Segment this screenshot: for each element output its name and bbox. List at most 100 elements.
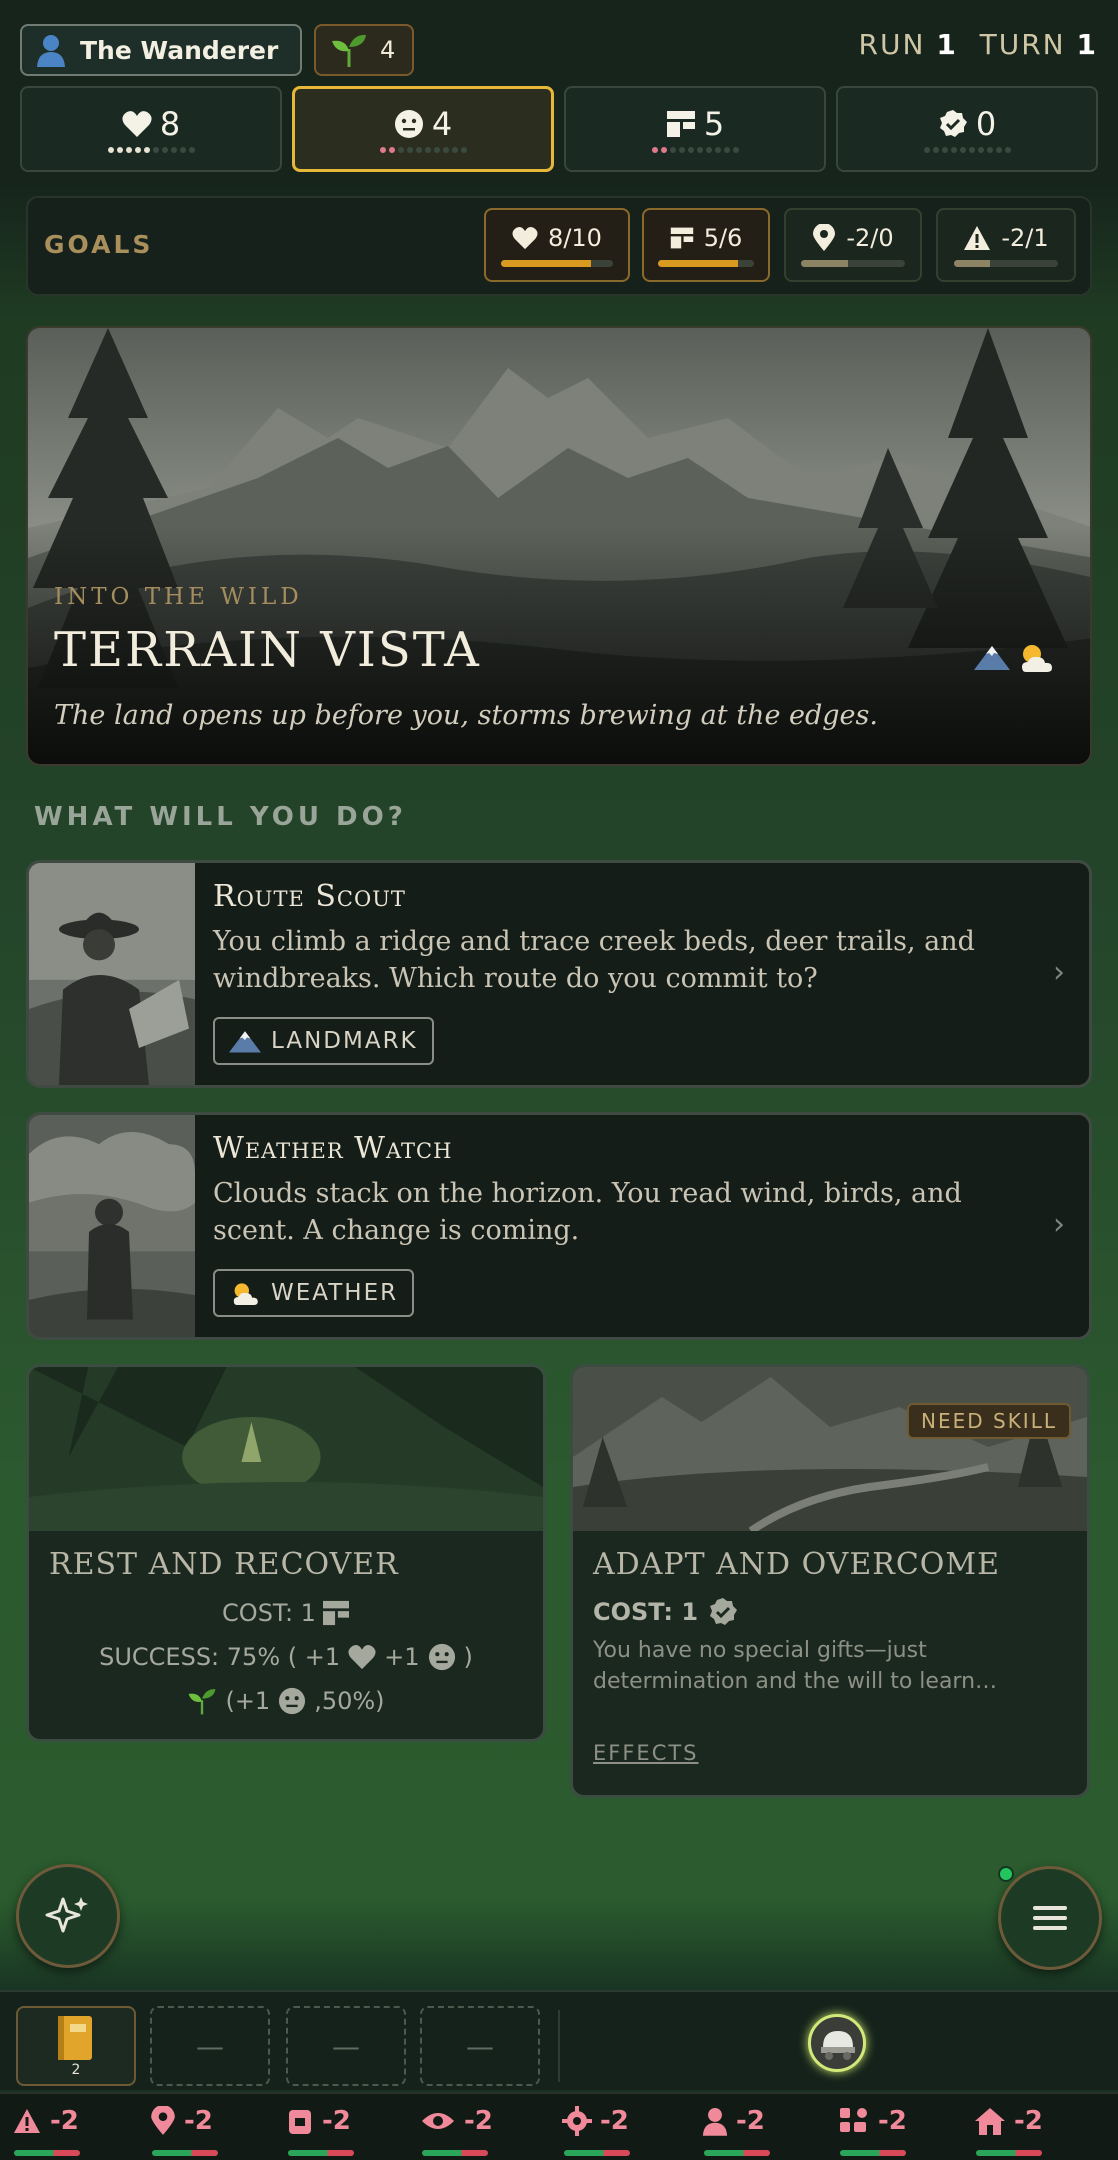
supplies-icon [670, 227, 693, 248]
journal-count: 2 [71, 2062, 81, 2078]
inventory-slot-empty[interactable]: — [286, 2006, 406, 2086]
supplies-icon [666, 111, 695, 137]
ability-fab[interactable] [16, 1864, 120, 1968]
goals-label: GOALS [44, 230, 154, 259]
scene-kicker: INTO THE WILD [54, 584, 303, 610]
adapt-cost: COST: 1 [593, 1597, 738, 1627]
stat-supplies-pips [651, 147, 739, 153]
bottom-stat-craft[interactable]: -2 [562, 2106, 629, 2136]
need-skill-badge: NEED SKILL [907, 1403, 1071, 1439]
adapt-title: ADAPT AND OVERCOME [593, 1547, 1001, 1582]
goal-supplies-progress [658, 259, 754, 267]
bottom-stat-meter [14, 2150, 80, 2156]
sprout-counter[interactable]: 4 [314, 24, 414, 76]
bottom-stat-pack[interactable]: -2 [286, 2106, 351, 2136]
bottom-stat-danger[interactable]: -2 [12, 2106, 79, 2136]
gear-icon [562, 2106, 592, 2136]
chevron-right-icon: › [1053, 955, 1065, 990]
stat-skill-value: 0 [975, 105, 997, 143]
eye-icon [422, 2113, 454, 2129]
goal-danger[interactable]: -2/1 [936, 208, 1076, 282]
bottom-stat-meter [840, 2150, 906, 2156]
heart-icon [512, 226, 538, 249]
sprout-icon [189, 1689, 216, 1715]
sun-cloud-icon [1022, 645, 1052, 672]
skill-check-icon [939, 110, 967, 137]
valley-path-image [573, 1367, 1087, 1531]
menu-fab[interactable] [998, 1866, 1102, 1970]
notification-dot [998, 1866, 1014, 1882]
action-description: Clouds stack on the horizon. You read wi… [213, 1178, 962, 1246]
run-turn-indicator: RUN 1 TURN 1 [858, 28, 1098, 61]
stat-health[interactable]: 8 [20, 86, 282, 172]
rest-bonus: (+1 ,50%) [29, 1687, 543, 1715]
wagon-icon [821, 2031, 855, 2060]
stat-supplies[interactable]: 5 [564, 86, 826, 172]
goal-location-progress [801, 259, 905, 267]
person-icon [702, 2108, 728, 2136]
sprout-icon [332, 34, 366, 67]
face-icon [394, 110, 423, 138]
warning-icon [14, 2109, 40, 2133]
choices-heading: WHAT WILL YOU DO? [34, 802, 407, 832]
bottom-stat-meter [422, 2150, 488, 2156]
bottom-stat-meter [976, 2150, 1042, 2156]
pack-icon [289, 2110, 311, 2134]
effects-link[interactable]: EFFECTS [593, 1741, 699, 1765]
action-card-weather-watch[interactable]: Weather Watch Clouds stack on the horizo… [26, 1112, 1092, 1340]
inventory-slot-empty[interactable]: — [150, 2006, 270, 2086]
inventory-slot-empty[interactable]: — [420, 2006, 540, 2086]
action-description: You climb a ridge and trace creek beds, … [213, 926, 975, 994]
character-pill[interactable]: The Wanderer [20, 24, 302, 76]
adapt-and-overcome-card[interactable]: NEED SKILL ADAPT AND OVERCOME COST: 1 Yo… [570, 1364, 1090, 1798]
action-tag-landmark: LANDMARK [213, 1017, 434, 1065]
rest-and-recover-card[interactable]: REST AND RECOVER COST: 1 SUCCESS: 75% ( … [26, 1364, 546, 1742]
goal-location[interactable]: -2/0 [784, 208, 922, 282]
bottom-stat-shelter[interactable]: -2 [974, 2106, 1043, 2136]
scene-subtitle: The land opens up before you, storms bre… [54, 700, 878, 731]
bottom-stat-perception[interactable]: -2 [420, 2106, 493, 2136]
goal-supplies[interactable]: 5/6 [642, 208, 770, 282]
heart-icon [348, 1645, 376, 1670]
hamburger-menu-icon [1033, 1906, 1067, 1930]
scene-title: TERRAIN VISTA [54, 622, 481, 678]
sprout-count: 4 [380, 36, 396, 64]
person-icon [37, 35, 65, 67]
chevron-right-icon: › [1053, 1207, 1065, 1242]
mountain-icon [974, 646, 1010, 670]
scene-tags [974, 640, 1056, 674]
action-tag-weather: WEATHER [213, 1269, 415, 1317]
scout-portrait-image [29, 863, 195, 1085]
weather-portrait-image [29, 1115, 195, 1337]
skill-check-icon [710, 1598, 738, 1625]
rest-title: REST AND RECOVER [49, 1547, 399, 1582]
wagon-token[interactable] [808, 2014, 866, 2072]
stat-mood[interactable]: 4 [292, 86, 554, 172]
mountain-icon [229, 1031, 261, 1053]
adapt-description: You have no special gifts—just determina… [593, 1638, 998, 1694]
goal-health-progress [501, 259, 613, 267]
stat-mood-pips [379, 147, 467, 153]
inventory-slot-journal[interactable]: 2 [16, 2006, 136, 2086]
face-icon [428, 1643, 455, 1671]
rest-cost: COST: 1 [29, 1599, 543, 1627]
action-card-route-scout[interactable]: Route Scout You climb a ridge and trace … [26, 860, 1092, 1088]
stat-mood-value: 4 [431, 105, 453, 143]
stat-supplies-value: 5 [703, 105, 725, 143]
stat-skill[interactable]: 0 [836, 86, 1098, 172]
home-icon [975, 2108, 1005, 2135]
bottom-stat-group[interactable]: -2 [838, 2106, 907, 2136]
inventory-divider [558, 2010, 560, 2082]
rest-success: SUCCESS: 75% ( +1 +1 ) [99, 1643, 473, 1671]
stat-skill-pips [923, 147, 1011, 153]
bottom-stat-meter [704, 2150, 770, 2156]
journal-icon [58, 2016, 92, 2060]
heart-icon [122, 111, 152, 137]
bottom-stat-location[interactable]: -2 [150, 2106, 213, 2136]
goal-health[interactable]: 8/10 [484, 208, 630, 282]
sparkles-icon [45, 1897, 88, 1933]
action-title: Weather Watch [213, 1131, 453, 1166]
bottom-stat-self[interactable]: -2 [702, 2106, 765, 2136]
character-name: The Wanderer [80, 35, 279, 65]
location-pin-icon [813, 223, 836, 251]
